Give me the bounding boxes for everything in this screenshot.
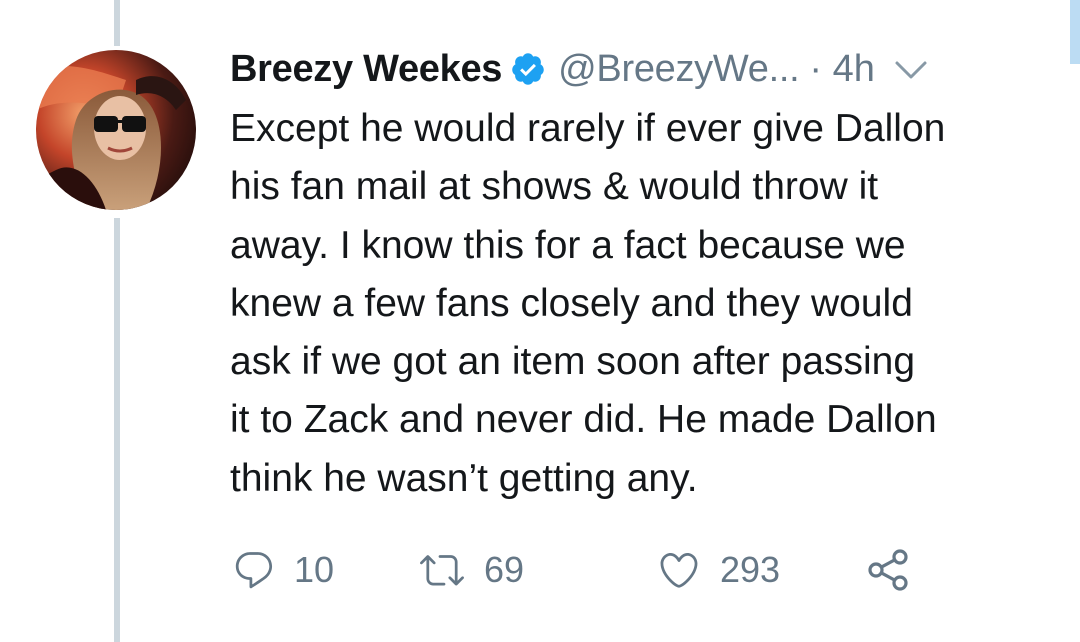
display-name[interactable]: Breezy Weekes	[230, 48, 502, 91]
thread-connector-line-top	[114, 0, 120, 46]
like-count: 293	[720, 549, 781, 590]
retweet-count: 69	[484, 549, 525, 590]
tweet-text-line: ask if we got an item soon after passing	[230, 340, 916, 384]
tweet-header: Breezy Weekes @BreezyWe... · 4h	[230, 44, 931, 94]
tweet-text-line: knew a few fans closely and they would	[230, 281, 913, 325]
tweet-actions: 10 69 293	[232, 540, 932, 600]
share-button[interactable]	[864, 540, 912, 600]
reply-button[interactable]: 10	[232, 540, 334, 600]
chevron-down-icon[interactable]	[891, 54, 931, 84]
heart-icon	[660, 552, 698, 588]
reply-count: 10	[294, 549, 335, 590]
tweet-text-line: away. I know this for a fact because we	[230, 223, 906, 267]
tweet-text-line: it to Zack and never did. He made Dallon	[230, 398, 937, 442]
reply-icon	[235, 552, 273, 589]
retweet-icon	[420, 555, 464, 586]
tweet-text-line: think he wasn’t getting any.	[230, 456, 698, 500]
profile-photo-icon	[36, 50, 196, 210]
user-handle[interactable]: @BreezyWe...	[558, 48, 800, 91]
tweet-timestamp[interactable]: · 4h	[809, 48, 874, 91]
tweet-text: Except he would rarely if ever give Dall…	[230, 100, 1050, 508]
thread-connector-line-bottom	[114, 218, 120, 642]
retweet-button[interactable]: 69	[418, 540, 524, 600]
share-icon	[868, 549, 908, 591]
tweet-text-line: his fan mail at shows & would throw it	[230, 165, 879, 209]
tweet-text-line: Except he would rarely if ever give Dall…	[230, 107, 946, 150]
verified-badge-icon	[512, 53, 544, 85]
like-button[interactable]: 293	[656, 540, 780, 600]
scroll-indicator[interactable]	[1070, 0, 1080, 64]
avatar[interactable]	[36, 50, 196, 210]
